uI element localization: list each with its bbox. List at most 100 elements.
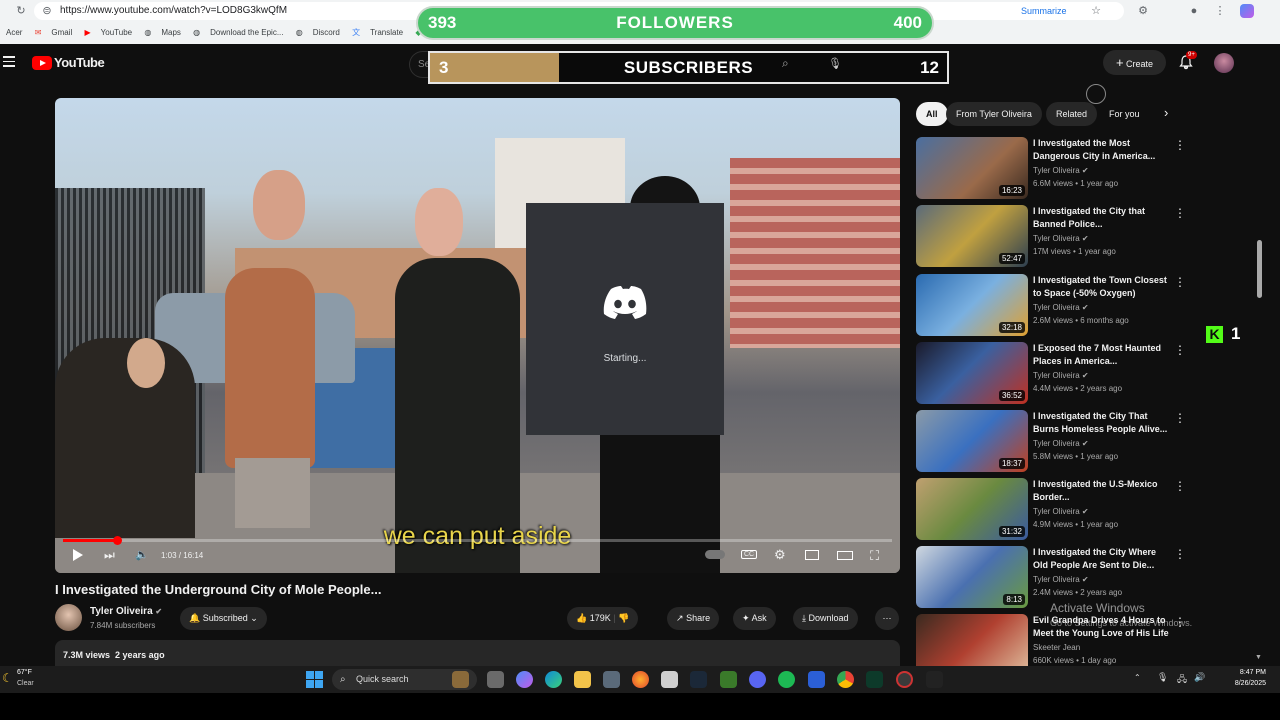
filter-chip-from-channel[interactable]: From Tyler Oliveira	[946, 102, 1042, 126]
bookmark-maps[interactable]: Maps	[161, 22, 181, 44]
video-thumbnail[interactable]: 8:13	[916, 546, 1028, 608]
volume-icon[interactable]: 🔊	[1194, 672, 1205, 683]
download-button[interactable]: ⤓ Download	[793, 607, 858, 630]
recommendation-title[interactable]: I Investigated the Town Closest to Space…	[1033, 274, 1173, 300]
fullscreen-icon[interactable]: ⛶	[870, 548, 879, 564]
start-button[interactable]	[306, 671, 323, 688]
recommendation-card[interactable]: 31:32 I Investigated the U.S-Mexico Bord…	[916, 478, 1188, 542]
scrubber-handle[interactable]	[112, 536, 122, 545]
taskbar-copilot-icon[interactable]	[516, 671, 533, 688]
video-thumbnail[interactable]: 31:32	[916, 478, 1028, 540]
like-button[interactable]: 👍 179K | 👎	[567, 607, 639, 630]
more-options-icon[interactable]: ⋮	[1174, 479, 1186, 493]
recommendation-title[interactable]: I Investigated the Most Dangerous City i…	[1033, 137, 1173, 163]
bookmark-acer[interactable]: Acer	[6, 22, 22, 44]
miniplayer-icon[interactable]	[805, 550, 819, 560]
taskbar-firefox-icon[interactable]	[632, 671, 649, 688]
recommendation-card[interactable]: 18:37 I Investigated the City That Burns…	[916, 410, 1188, 474]
recommendation-channel[interactable]: Tyler Oliveira	[1033, 371, 1080, 380]
more-actions-button[interactable]: ⋯	[875, 607, 899, 630]
captions-icon[interactable]: CC	[741, 550, 758, 559]
channel-name-row[interactable]: Tyler Oliveira ✔	[90, 606, 162, 617]
site-info-icon[interactable]: ⊜	[41, 5, 53, 17]
scroll-down-arrow-icon[interactable]: ▼	[1255, 654, 1262, 661]
taskbar-terminal-icon[interactable]	[866, 671, 883, 688]
network-icon[interactable]: 🖧	[1177, 672, 1187, 688]
recommendation-channel[interactable]: Tyler Oliveira	[1033, 303, 1080, 312]
video-player[interactable]: we can put aside ⏭ 🔈 1:03 / 16:14 CC ⚙ ⛶	[55, 98, 900, 573]
autoplay-toggle[interactable]	[705, 550, 725, 559]
recommendation-card[interactable]: 36:52 I Exposed the 7 Most Haunted Place…	[916, 342, 1188, 406]
scrollbar-thumb[interactable]	[1257, 240, 1262, 298]
taskbar-time[interactable]: 8:47 PM	[1214, 669, 1266, 676]
more-options-icon[interactable]: ⋮	[1174, 343, 1186, 357]
filter-chip-for-you[interactable]: For you	[1099, 102, 1150, 126]
video-thumbnail[interactable]: 18:37	[916, 410, 1028, 472]
volume-icon[interactable]: 🔈	[135, 548, 149, 561]
extensions-icon[interactable]: ⚙	[1137, 5, 1149, 17]
more-options-icon[interactable]: ⋮	[1174, 547, 1186, 561]
show-hidden-icons-icon[interactable]: ⌃	[1134, 673, 1141, 682]
hamburger-menu-icon[interactable]	[3, 56, 15, 67]
play-icon[interactable]	[73, 549, 83, 561]
channel-name[interactable]: Tyler Oliveira	[90, 606, 153, 617]
taskbar-steam-icon[interactable]	[690, 671, 707, 688]
create-button[interactable]: + Create	[1103, 50, 1166, 75]
more-options-icon[interactable]: ⋮	[1174, 275, 1186, 289]
taskbar-file-explorer-icon[interactable]	[574, 671, 591, 688]
youtube-logo[interactable]: YouTube	[32, 55, 105, 70]
ask-button[interactable]: ✦ Ask	[733, 607, 776, 630]
more-options-icon[interactable]: ⋮	[1174, 206, 1186, 220]
taskbar-chrome-icon[interactable]	[837, 671, 854, 688]
star-icon[interactable]: ☆	[1090, 5, 1102, 17]
taskbar-discord-icon[interactable]	[749, 671, 766, 688]
channel-avatar[interactable]	[55, 604, 82, 631]
recommendation-title[interactable]: I Exposed the 7 Most Haunted Places in A…	[1033, 342, 1173, 368]
chevron-right-icon[interactable]: ›	[1164, 105, 1168, 120]
recommendation-channel[interactable]: Tyler Oliveira	[1033, 507, 1080, 516]
notifications-button[interactable]: 9+	[1178, 51, 1197, 72]
recommendation-card[interactable]: 16:23 I Investigated the Most Dangerous …	[916, 137, 1188, 201]
share-button[interactable]: ↗ Share	[667, 607, 720, 630]
profile-icon[interactable]: ●	[1188, 5, 1200, 17]
taskbar-app-icon[interactable]	[661, 671, 678, 688]
recommendation-title[interactable]: I Investigated the City That Burns Homel…	[1033, 410, 1173, 436]
taskbar-date[interactable]: 8/26/2025	[1214, 680, 1266, 687]
recommendation-card[interactable]: 52:47 I Investigated the City that Banne…	[916, 205, 1188, 269]
recommendation-card[interactable]: 32:18 I Investigated the Town Closest to…	[916, 274, 1188, 338]
taskbar-edge-icon[interactable]	[545, 671, 562, 688]
bookmark-youtube[interactable]: YouTube	[101, 22, 132, 44]
more-options-icon[interactable]: ⋮	[1174, 411, 1186, 425]
theater-mode-icon[interactable]	[837, 551, 853, 560]
recommendation-channel[interactable]: Skeeter Jean	[1033, 643, 1080, 652]
taskbar-task-view-icon[interactable]	[487, 671, 504, 688]
search-input[interactable]: Se	[409, 51, 430, 78]
bookmark-epic[interactable]: Download the Epic...	[210, 22, 283, 44]
taskbar-app-icon[interactable]	[808, 671, 825, 688]
weather-moon-icon[interactable]: ☾	[2, 671, 13, 685]
subscribed-button[interactable]: 🔔 Subscribed ⌄	[180, 607, 267, 630]
recommendation-title[interactable]: I Investigated the City Where Old People…	[1033, 546, 1173, 572]
recommendation-channel[interactable]: Tyler Oliveira	[1033, 166, 1080, 175]
taskbar-app-icon[interactable]	[926, 671, 943, 688]
recommendation-channel[interactable]: Tyler Oliveira	[1033, 575, 1080, 584]
video-thumbnail[interactable]: 52:47	[916, 205, 1028, 267]
summarize-button[interactable]: Summarize	[1021, 6, 1067, 16]
copilot-icon[interactable]	[1240, 4, 1254, 18]
taskbar-app-game-icon[interactable]	[452, 671, 469, 688]
taskbar-store-icon[interactable]	[603, 671, 620, 688]
settings-gear-icon[interactable]: ⚙	[774, 547, 786, 563]
video-thumbnail[interactable]: 16:23	[916, 137, 1028, 199]
menu-icon[interactable]: ⋮	[1214, 5, 1226, 17]
video-thumbnail[interactable]: 36:52	[916, 342, 1028, 404]
avatar[interactable]	[1214, 53, 1234, 73]
recommendation-title[interactable]: I Investigated the City that Banned Poli…	[1033, 205, 1173, 231]
video-thumbnail[interactable]: 32:18	[916, 274, 1028, 336]
next-icon[interactable]: ⏭	[104, 548, 115, 563]
bookmark-gmail[interactable]: Gmail	[51, 22, 72, 44]
bookmark-discord[interactable]: Discord	[313, 22, 340, 44]
video-thumbnail[interactable]	[916, 614, 1028, 666]
more-options-icon[interactable]: ⋮	[1174, 138, 1186, 152]
microphone-icon[interactable]: 🎙	[1157, 672, 1168, 683]
taskbar-obs-icon[interactable]	[896, 671, 913, 688]
